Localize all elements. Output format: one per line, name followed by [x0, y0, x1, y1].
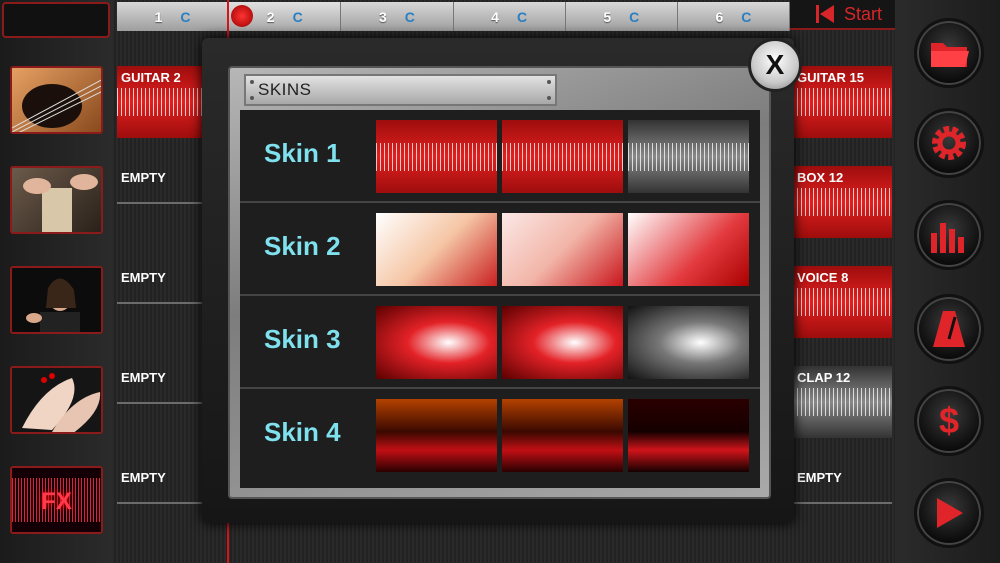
skin-label: Skin 2 — [264, 231, 341, 261]
tab-number: 6 — [715, 8, 724, 25]
skin-preview-dancer — [376, 399, 497, 472]
singer-thumbnail[interactable] — [10, 266, 103, 334]
tab-c-label: C — [180, 8, 191, 25]
screw-icon — [250, 80, 254, 84]
tab-c-label: C — [741, 8, 752, 25]
guitar-thumbnail[interactable] — [10, 66, 103, 134]
track-label-right: VOICE 8 — [797, 270, 849, 285]
skin-label: Skin 3 — [264, 324, 341, 354]
track-label-left: EMPTY — [121, 370, 166, 385]
skin-option-2[interactable]: Skin 2 — [240, 203, 760, 296]
metronome-icon — [933, 311, 965, 347]
singer-icon — [26, 278, 80, 332]
store-button[interactable]: $ — [914, 386, 984, 456]
track-label-left: EMPTY — [121, 470, 166, 485]
tab-5[interactable]: 5C — [565, 2, 678, 31]
tab-number: 4 — [491, 8, 499, 25]
fx-label: FX — [41, 488, 72, 515]
open-folder-button[interactable] — [914, 18, 984, 88]
tab-1[interactable]: 1C — [117, 2, 230, 31]
folder-icon — [931, 43, 969, 67]
skin-label: Skin 4 — [264, 417, 341, 447]
skin-preview-gray-wave — [628, 120, 749, 193]
tab-number: 2 — [266, 8, 275, 25]
skin-preview-guitar — [376, 213, 497, 286]
skin-option-1[interactable]: Skin 1 — [240, 110, 760, 203]
skin-option-3[interactable]: Skin 3 — [240, 296, 760, 389]
guitar-icon — [12, 79, 101, 132]
left-thumbnail-column: FX — [0, 0, 113, 563]
play-icon — [937, 498, 963, 528]
start-button[interactable]: Start — [790, 0, 898, 30]
track-label-left: GUITAR 2 — [121, 70, 181, 85]
fx-thumbnail[interactable]: FX — [10, 466, 103, 534]
top-left-box[interactable] — [2, 2, 110, 38]
screw-icon — [250, 96, 254, 100]
skin-preview-fx — [628, 213, 749, 286]
close-button[interactable]: X — [748, 38, 802, 92]
skins-list: Skin 1 Skin 2 Skin 3 Skin 4 — [240, 110, 760, 488]
skin-preview-red-wave — [376, 120, 497, 193]
tab-3[interactable]: 3C — [341, 2, 454, 31]
clap-thumbnail[interactable] — [10, 366, 103, 434]
skin-preview-dancer — [502, 399, 623, 472]
gear-icon — [932, 126, 966, 160]
skin-preview-dancer-dark — [628, 399, 749, 472]
tab-number: 5 — [603, 8, 612, 25]
settings-button[interactable] — [914, 108, 984, 178]
metronome-button[interactable] — [914, 294, 984, 364]
tab-number: 3 — [378, 8, 387, 25]
skin-option-4[interactable]: Skin 4 — [240, 389, 760, 482]
box-drum-thumbnail[interactable] — [10, 166, 103, 234]
skin-preview-gray-swirl — [628, 306, 749, 379]
start-label: Start — [844, 3, 883, 24]
track-label-right: EMPTY — [797, 470, 842, 485]
skin-preview-red-swirl — [376, 306, 497, 379]
track-label-right: CLAP 12 — [797, 370, 851, 385]
tab-c-label: C — [292, 8, 303, 25]
track-label-left: EMPTY — [121, 270, 166, 285]
play-button[interactable] — [914, 478, 984, 548]
screw-icon — [547, 96, 551, 100]
close-icon: X — [765, 49, 785, 80]
clapping-hands-icon — [22, 373, 101, 432]
record-icon — [231, 5, 254, 27]
tab-c-label: C — [629, 8, 640, 25]
track-label-left: EMPTY — [121, 170, 166, 185]
dialog-title: SKINS — [244, 74, 557, 106]
mixer-button[interactable] — [914, 200, 984, 270]
skin-preview-hands — [502, 213, 623, 286]
tab-number: 1 — [154, 8, 163, 25]
pattern-tabs: 1C 2C 3C 4C 5C 6C — [117, 2, 791, 31]
dialog-title-text: SKINS — [258, 80, 312, 99]
dollar-icon: $ — [938, 400, 960, 441]
track-label-right: BOX 12 — [797, 170, 844, 185]
tab-6[interactable]: 6C — [677, 2, 791, 31]
skin-preview-red-wave — [502, 120, 623, 193]
track-label-right: GUITAR 15 — [797, 70, 864, 85]
tab-2[interactable]: 2C — [229, 2, 342, 31]
hands-icon — [23, 174, 98, 232]
skin-label: Skin 1 — [264, 138, 341, 168]
mixer-icon — [931, 223, 964, 253]
tab-4[interactable]: 4C — [453, 2, 566, 31]
rewind-to-start-icon — [816, 5, 834, 23]
skin-preview-red-swirl — [502, 306, 623, 379]
tab-c-label: C — [404, 8, 415, 25]
screw-icon — [547, 80, 551, 84]
tab-c-label: C — [516, 8, 528, 25]
